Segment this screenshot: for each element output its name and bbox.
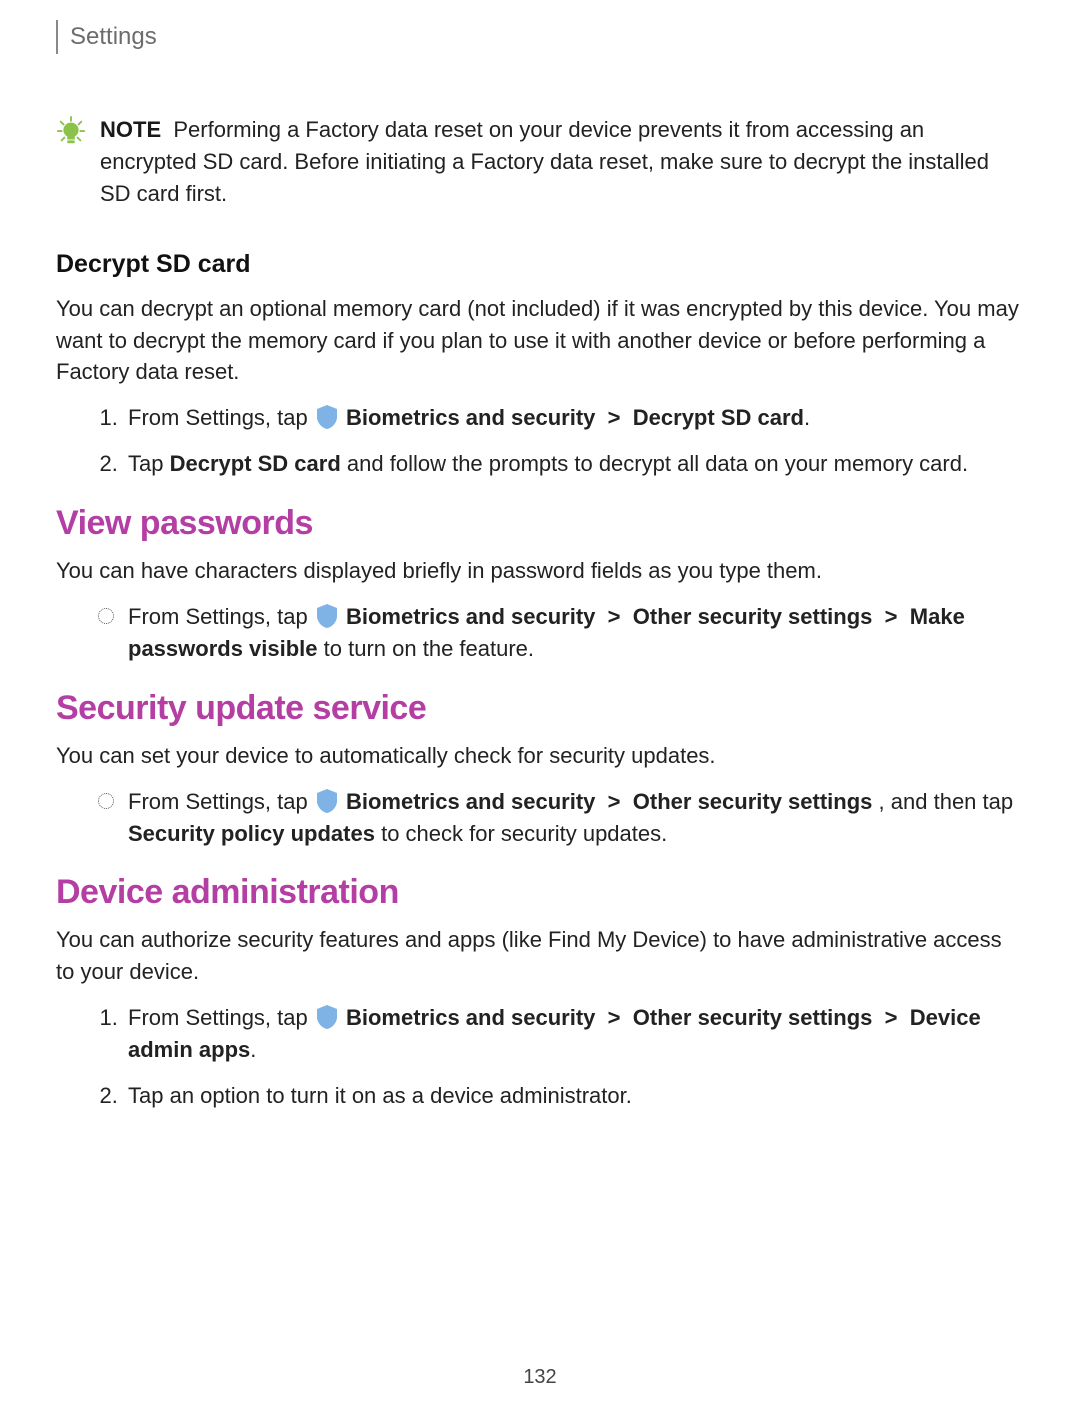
note-text: NOTE Performing a Factory data reset on … [100,114,1024,210]
step-text: Tap an option to turn it on as a device … [128,1083,632,1108]
page-header: Settings [70,23,157,51]
step-text: , and then tap [879,789,1014,814]
step-text: From Settings, tap [128,405,314,430]
path-segment: Decrypt SD card [633,405,804,430]
step-text: to turn on the feature. [324,636,534,661]
list-item: From Settings, tap Biometrics and securi… [98,786,1024,850]
view-passwords-intro: You can have characters displayed briefl… [56,555,1024,587]
decrypt-steps: From Settings, tap Biometrics and securi… [56,402,1024,480]
path-segment: Biometrics and security [346,1005,595,1030]
shield-icon [316,603,338,629]
step-text: From Settings, tap [128,1005,314,1030]
list-item: Tap an option to turn it on as a device … [124,1080,1024,1112]
lightbulb-icon [56,116,86,146]
device-admin-steps: From Settings, tap Biometrics and securi… [56,1002,1024,1112]
path-segment: Biometrics and security [346,789,595,814]
shield-icon [316,1004,338,1030]
chevron-icon: > [608,604,621,629]
path-segment: Other security settings [633,789,873,814]
page-container: Settings NOTE Performing a Factory dat [0,20,1080,1417]
step-text: From Settings, tap [128,789,314,814]
decrypt-intro: You can decrypt an optional memory card … [56,293,1024,389]
heading-decrypt-sd: Decrypt SD card [56,250,1024,279]
path-segment: Biometrics and security [346,405,595,430]
period: . [804,405,810,430]
security-update-intro: You can set your device to automatically… [56,740,1024,772]
step-text: to check for security updates. [381,821,667,846]
step-text: Tap [128,451,170,476]
note-block: NOTE Performing a Factory data reset on … [56,114,1024,210]
path-segment: Other security settings [633,1005,873,1030]
path-segment: Biometrics and security [346,604,595,629]
heading-security-update: Security update service [56,689,1024,728]
device-admin-intro: You can authorize security features and … [56,924,1024,988]
chevron-icon: > [608,1005,621,1030]
path-segment: Security policy updates [128,821,375,846]
note-body: Performing a Factory data reset on your … [100,117,989,206]
security-update-steps: From Settings, tap Biometrics and securi… [56,786,1024,850]
list-item: From Settings, tap Biometrics and securi… [124,1002,1024,1066]
chevron-icon: > [885,604,898,629]
list-item: From Settings, tap Biometrics and securi… [98,601,1024,665]
heading-view-passwords: View passwords [56,504,1024,543]
period: . [250,1037,256,1062]
path-segment: Other security settings [633,604,873,629]
chevron-icon: > [608,789,621,814]
shield-icon [316,788,338,814]
heading-device-admin: Device administration [56,873,1024,912]
path-segment: Decrypt SD card [170,451,341,476]
header-rule: Settings [56,20,1024,54]
note-label: NOTE [100,117,161,142]
step-text: and follow the prompts to decrypt all da… [347,451,968,476]
chevron-icon: > [608,405,621,430]
list-item: From Settings, tap Biometrics and securi… [124,402,1024,434]
page-number: 132 [0,1366,1080,1389]
view-passwords-steps: From Settings, tap Biometrics and securi… [56,601,1024,665]
chevron-icon: > [885,1005,898,1030]
list-item: Tap Decrypt SD card and follow the promp… [124,448,1024,480]
step-text: From Settings, tap [128,604,314,629]
shield-icon [316,404,338,430]
